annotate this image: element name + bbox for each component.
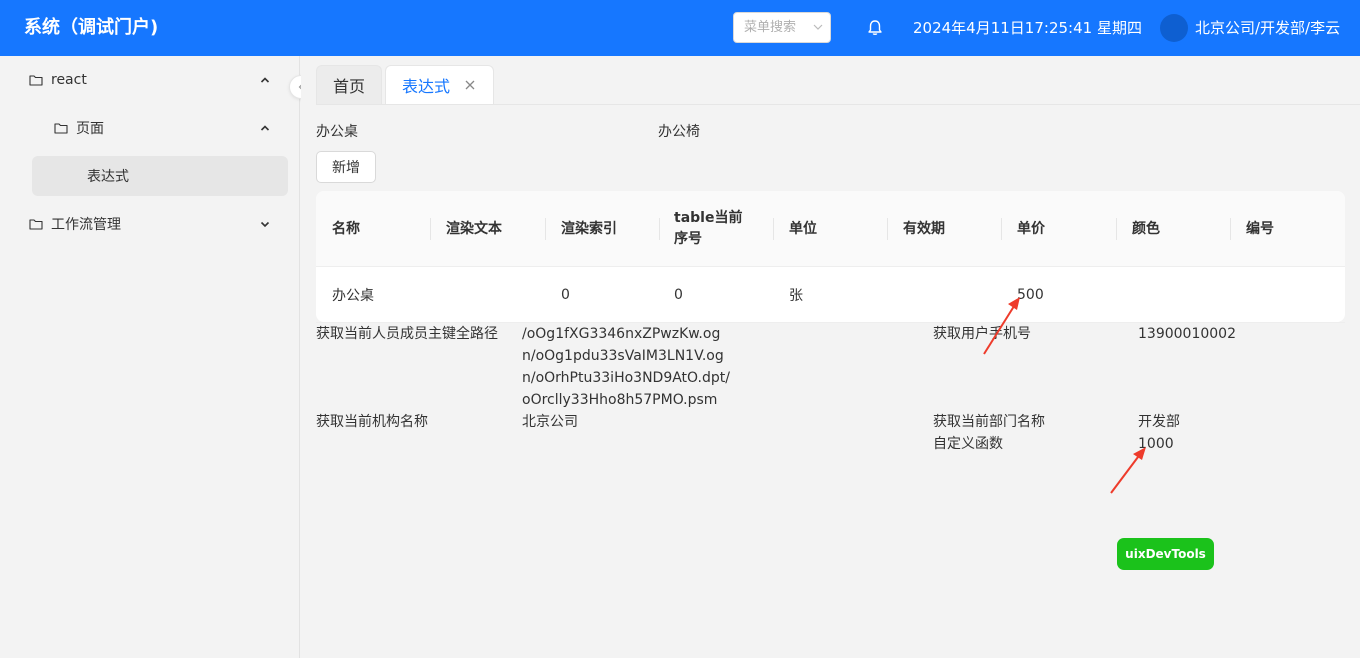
sidebar-item-label: 页面 [76,121,104,137]
column-divider [1116,218,1117,240]
tab-expression[interactable]: 表达式 [385,65,494,104]
phone-value: 13900010002 [1138,326,1236,342]
column-header[interactable]: 名称 [332,191,432,267]
column-header[interactable]: 渲染文本 [446,191,546,267]
chevron-up-icon [260,125,270,131]
column-header[interactable]: 渲染索引 [561,191,661,267]
app-title: 系统（调试门户) [24,17,159,38]
devtools-button[interactable]: uixDevTools [1117,538,1214,570]
main-content: 首页 表达式 办公桌 办公椅 新增 名称 渲染文本 渲染索引 table当前序号… [301,56,1360,658]
sidebar-item-label: react [51,72,87,88]
person-path-value: /oOg1fXG3346nxZPwzKw.ogn/oOg1pdu33sVaIM3… [522,326,730,408]
person-path-label: 获取当前人员成员主键全路径 [316,326,498,342]
data-table: 名称 渲染文本 渲染索引 table当前序号 单位 有效期 单价 颜色 编号 办… [316,191,1345,323]
column-divider [887,218,888,240]
avatar[interactable] [1160,14,1188,42]
folder-icon [29,75,43,86]
column-divider [545,218,546,240]
close-icon[interactable] [464,79,476,91]
sidebar-item-label: 工作流管理 [51,217,121,233]
folder-icon [54,123,68,134]
column-divider [659,218,660,240]
menu-search-input[interactable] [734,13,808,42]
column-header[interactable]: 单价 [1017,191,1117,267]
column-divider [1230,218,1231,240]
custom-function-label: 自定义函数 [933,436,1003,452]
table-cell: 办公桌 [332,287,374,304]
sidebar-item-workflow[interactable]: 工作流管理 [29,204,279,244]
datetime-display: 2024年4月11日17:25:41 星期四 [913,19,1142,37]
table-cell: 0 [674,286,683,303]
tab-home[interactable]: 首页 [316,65,382,104]
chair-label: 办公椅 [658,124,700,140]
table-cell: 500 [1017,286,1044,303]
table-cell: 张 [789,287,803,304]
custom-function-value: 1000 [1138,436,1174,452]
dept-label: 获取当前部门名称 [933,414,1045,430]
chevron-down-icon [813,24,823,30]
desk-label: 办公桌 [316,124,358,140]
column-header[interactable]: table当前序号 [674,191,754,267]
column-divider [430,218,431,240]
user-info[interactable]: 北京公司/开发部/李云 [1195,18,1340,38]
table-cell: 0 [561,286,570,303]
chevron-down-icon [260,221,270,228]
column-divider [1001,218,1002,240]
chevron-up-icon [260,77,270,83]
sidebar-item-page[interactable]: 页面 [54,108,279,148]
top-header: 系统（调试门户) 2024年4月11日17:25:41 星期四 北京公司/开发部… [0,0,1360,56]
add-button[interactable]: 新增 [316,151,376,183]
column-header[interactable]: 编号 [1246,191,1336,267]
sidebar-item-label: 表达式 [87,169,129,185]
tab-label: 首页 [333,77,366,96]
column-divider [773,218,774,240]
sidebar-item-expression[interactable]: 表达式 [32,156,288,196]
tab-label: 表达式 [402,77,451,96]
menu-search-select[interactable] [733,12,831,43]
sidebar: react 页面 表达式 工作流管理 [0,56,300,658]
folder-icon [29,219,43,230]
column-header[interactable]: 单位 [789,191,889,267]
org-value: 北京公司 [522,414,578,430]
column-header[interactable]: 颜色 [1132,191,1232,267]
table-row-divider [316,322,1345,323]
sidebar-item-react[interactable]: react [29,60,279,100]
dept-value: 开发部 [1138,414,1180,430]
phone-label: 获取用户手机号 [933,326,1031,342]
tabs-divider [316,104,1360,105]
bell-icon[interactable] [866,19,884,37]
org-label: 获取当前机构名称 [316,414,428,430]
column-header[interactable]: 有效期 [903,191,1003,267]
